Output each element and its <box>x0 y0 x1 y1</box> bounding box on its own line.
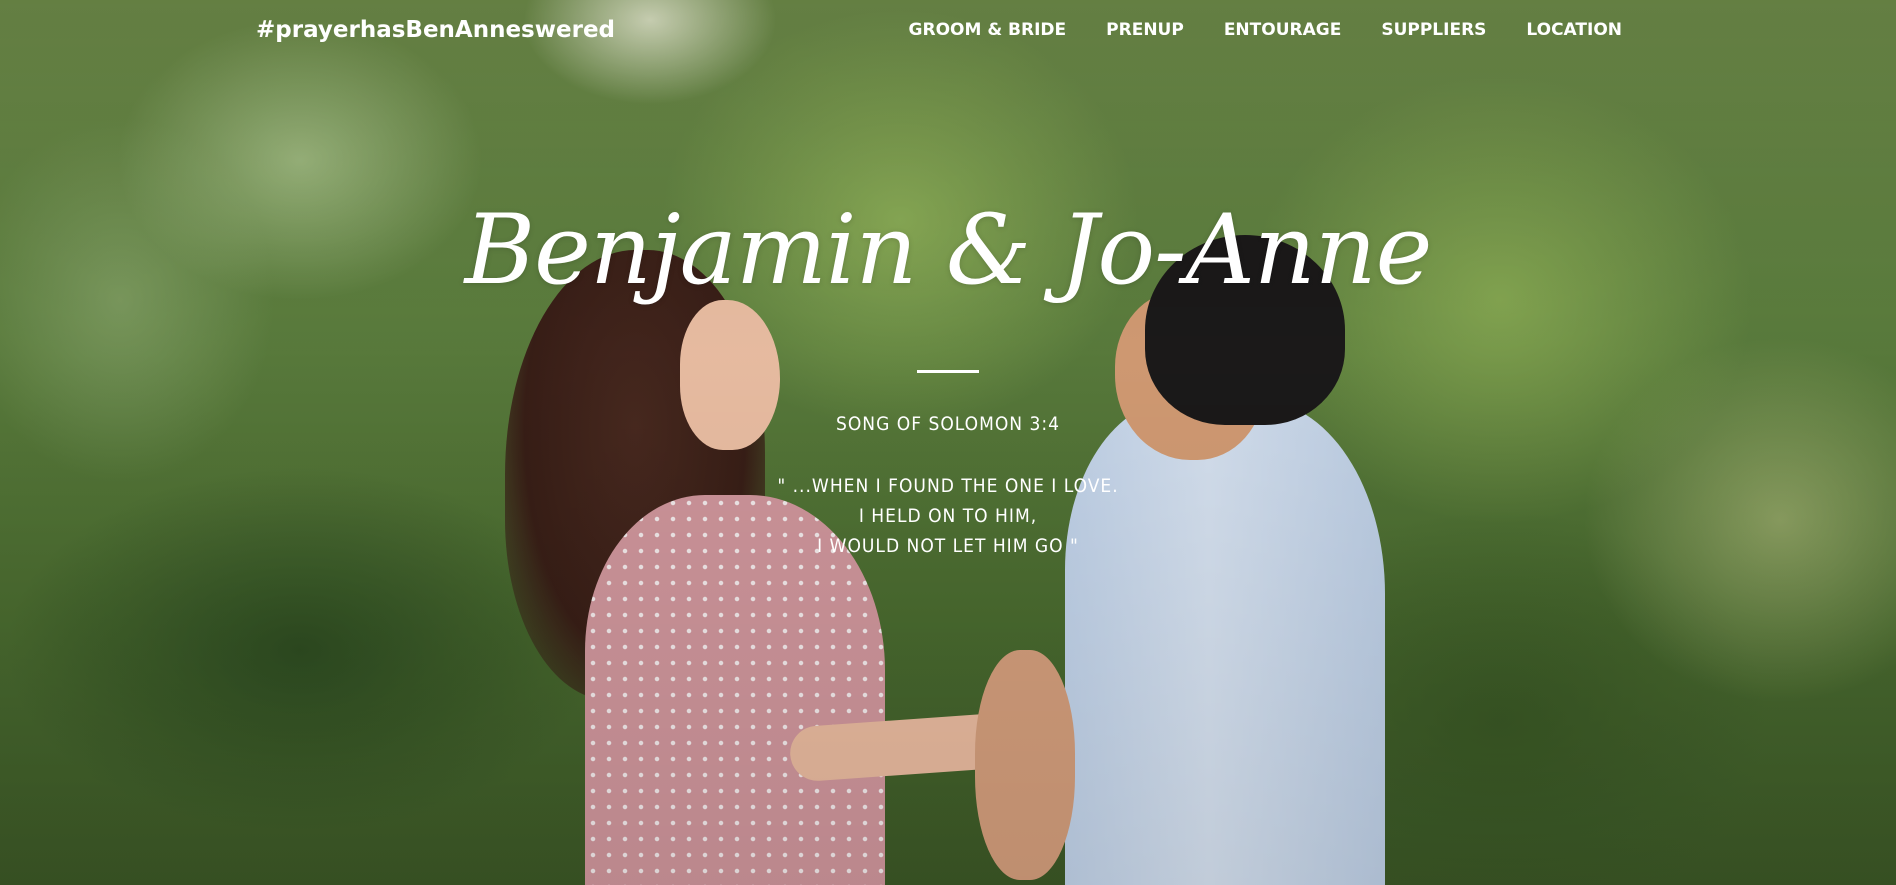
nav-link-entourage[interactable]: ENTOURAGE <box>1224 20 1342 40</box>
verse-line: I WOULD NOT LET HIM GO " <box>817 535 1079 557</box>
nav-item-prenup: PRENUP <box>1106 20 1184 40</box>
couple-names-title: Benjamin & Jo-Anne <box>464 194 1433 306</box>
verse-reference: SONG OF SOLOMON 3:4 <box>835 413 1060 435</box>
site-brand-link[interactable]: #prayerhasBenAnneswered <box>256 17 615 43</box>
verse-quote: " ...WHEN I FOUND THE ONE I LOVE. I HELD… <box>0 471 1896 561</box>
nav-item-groom-bride: GROOM & BRIDE <box>909 20 1067 40</box>
verse-line: I HELD ON TO HIM, <box>858 505 1038 527</box>
nav-item-entourage: ENTOURAGE <box>1224 20 1342 40</box>
nav-link-suppliers[interactable]: SUPPLIERS <box>1381 20 1486 40</box>
nav-menu: GROOM & BRIDE PRENUP ENTOURAGE SUPPLIERS… <box>909 20 1622 40</box>
nav-link-prenup[interactable]: PRENUP <box>1106 20 1184 40</box>
nav-item-suppliers: SUPPLIERS <box>1381 20 1486 40</box>
hero-text: Benjamin & Jo-Anne SONG OF SOLOMON 3:4 "… <box>0 180 1896 561</box>
title-divider <box>917 370 979 373</box>
nav-item-location: LOCATION <box>1526 20 1622 40</box>
nav-link-location[interactable]: LOCATION <box>1526 20 1622 40</box>
hero-section: #prayerhasBenAnneswered GROOM & BRIDE PR… <box>0 0 1896 885</box>
top-navigation: #prayerhasBenAnneswered GROOM & BRIDE PR… <box>0 0 1896 66</box>
verse-line: " ...WHEN I FOUND THE ONE I LOVE. <box>777 475 1119 497</box>
nav-link-groom-bride[interactable]: GROOM & BRIDE <box>909 20 1067 40</box>
